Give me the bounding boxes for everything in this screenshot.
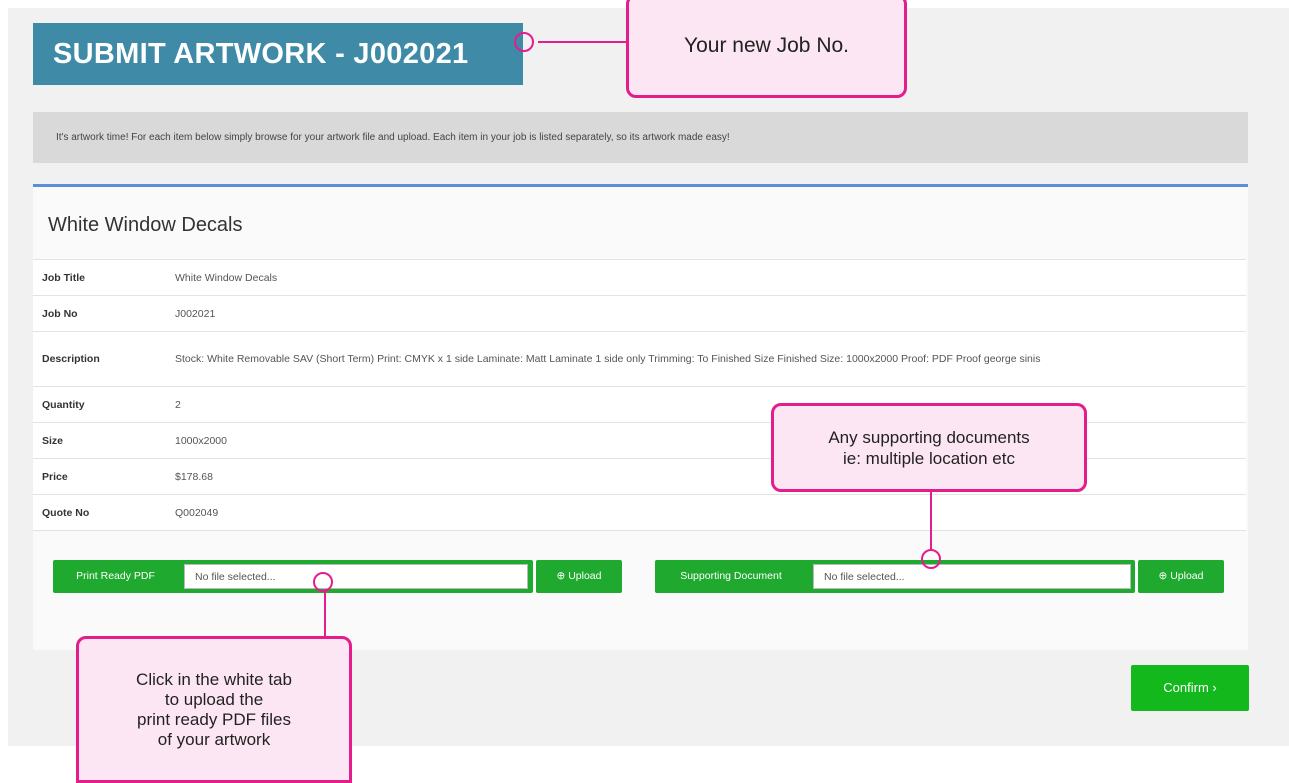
supporting-file-input[interactable]: No file selected...: [813, 564, 1131, 589]
detail-label: Size: [33, 422, 175, 459]
supporting-upload-button[interactable]: ⊕ Upload: [1138, 560, 1224, 593]
job-no-callout: Your new Job No.: [626, 0, 907, 98]
print-ready-upload-group: Print Ready PDF No file selected...: [53, 560, 533, 593]
print-ready-upload-button[interactable]: ⊕ Upload: [536, 560, 622, 593]
detail-label: Description: [33, 331, 175, 387]
callout-marker: [514, 32, 534, 52]
table-row: Job Title White Window Decals: [33, 259, 1246, 296]
detail-value: J002021: [175, 295, 1246, 332]
confirm-button[interactable]: Confirm ›: [1131, 665, 1249, 711]
detail-label: Job Title: [33, 259, 175, 296]
upload-instructions-callout: Click in the white tab to upload the pri…: [76, 636, 352, 783]
detail-label: Quote No: [33, 494, 175, 531]
table-row: Quote No Q002049: [33, 494, 1246, 531]
detail-label: Quantity: [33, 386, 175, 423]
callout-marker: [921, 549, 941, 569]
table-row: Description Stock: White Removable SAV (…: [33, 331, 1246, 387]
detail-value: Stock: White Removable SAV (Short Term) …: [175, 331, 1246, 387]
callout-text: Click in the white tab to upload the pri…: [136, 669, 292, 749]
supporting-label: Supporting Document: [680, 570, 782, 582]
detail-value: White Window Decals: [175, 259, 1246, 296]
print-ready-label: Print Ready PDF: [76, 570, 155, 582]
callout-text: Any supporting documents ie: multiple lo…: [828, 427, 1030, 468]
supporting-upload-group: Supporting Document No file selected...: [655, 560, 1135, 593]
detail-label: Price: [33, 458, 175, 495]
item-title: White Window Decals: [48, 214, 243, 236]
callout-marker: [313, 572, 333, 592]
callout-connector: [930, 490, 932, 550]
page-title: SUBMIT ARTWORK - J002021: [33, 23, 523, 85]
supporting-docs-callout: Any supporting documents ie: multiple lo…: [771, 403, 1087, 492]
callout-text: Your new Job No.: [684, 34, 849, 57]
intro-banner: It's artwork time! For each item below s…: [33, 112, 1248, 163]
print-ready-file-input[interactable]: No file selected...: [184, 564, 528, 589]
callout-connector: [538, 41, 628, 43]
detail-value: Q002049: [175, 494, 1246, 531]
table-row: Job No J002021: [33, 295, 1246, 332]
detail-label: Job No: [33, 295, 175, 332]
callout-connector: [324, 589, 326, 639]
